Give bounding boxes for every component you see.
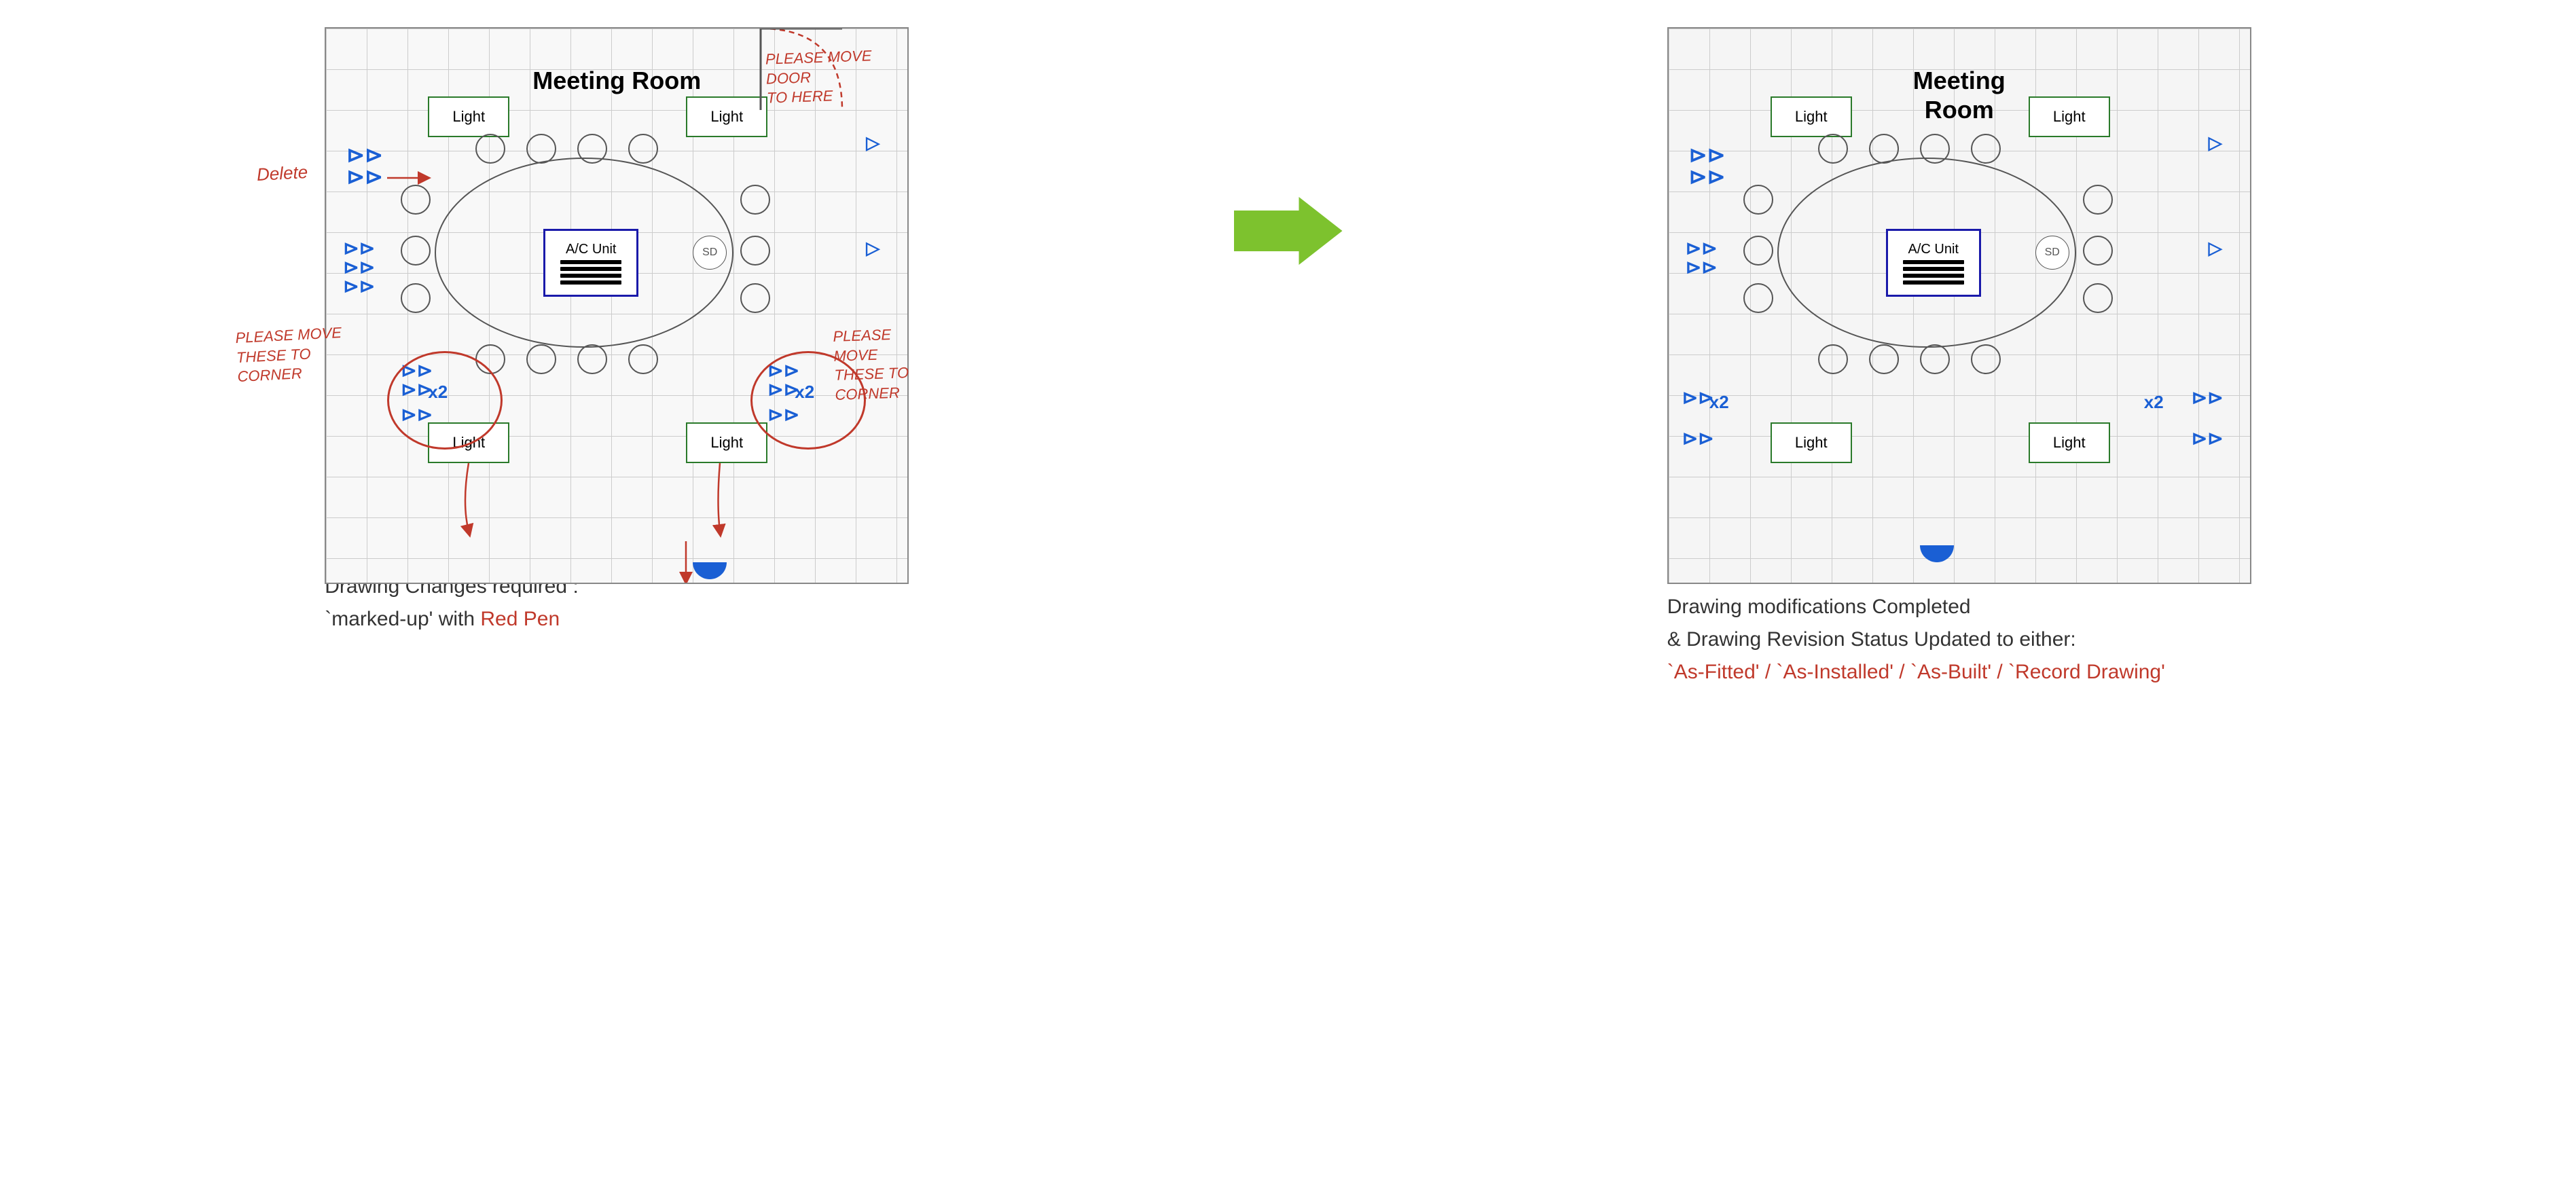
left-desc-line2: `marked-up' with Red Pen bbox=[325, 603, 909, 636]
chair-left-3 bbox=[401, 283, 431, 313]
left-floor-plan: Meeting Room Light Light Light Light bbox=[325, 27, 909, 584]
blue-vent-tr: ▷ bbox=[866, 134, 879, 151]
ac-line-4 bbox=[560, 280, 621, 285]
right-blue-vent-br1: ⊳⊳ bbox=[2192, 388, 2224, 407]
right-blue-vent-br2: ⊳⊳ bbox=[2192, 429, 2224, 448]
blue-lamp bbox=[693, 562, 727, 579]
chair-bot-4 bbox=[628, 344, 658, 374]
blue-vent-ml: ⊳⊳⊳⊳⊳⊳ bbox=[343, 239, 375, 296]
chair-bot-3 bbox=[577, 344, 607, 374]
right-ac-lines bbox=[1903, 260, 1964, 285]
right-chair-right-3 bbox=[2083, 283, 2113, 313]
left-room-label: Meeting Room bbox=[532, 66, 701, 95]
green-arrow bbox=[1234, 197, 1343, 265]
chair-top-4 bbox=[628, 134, 658, 164]
light-box-tr: Light bbox=[686, 96, 767, 137]
move-annotation-right: PLEASE MOVETHESE TO CORNER bbox=[833, 325, 910, 405]
right-light-tl: Light bbox=[1771, 96, 1852, 137]
light-box-tl: Light bbox=[428, 96, 509, 137]
right-floor-plan: MeetingRoom Light Light Light Light bbox=[1667, 27, 2251, 584]
blue-vent-mr: ▷ bbox=[866, 239, 879, 257]
sd-circle: SD bbox=[693, 236, 727, 270]
right-chair-bot-2 bbox=[1869, 344, 1899, 374]
ac-line-1 bbox=[560, 260, 621, 264]
chair-left-2 bbox=[401, 236, 431, 266]
right-chair-bot-4 bbox=[1971, 344, 2001, 374]
chair-right-3 bbox=[740, 283, 770, 313]
right-blue-vent-tl: ⊳⊳⊳⊳ bbox=[1689, 144, 1726, 187]
right-section: MeetingRoom Light Light Light Light bbox=[1383, 27, 2536, 689]
right-ac-line-3 bbox=[1903, 274, 1964, 278]
light-box-br: Light bbox=[686, 422, 767, 463]
right-blue-lamp bbox=[1920, 545, 1954, 562]
right-x2-left: x2 bbox=[1709, 392, 1729, 413]
left-desc-prefix: `marked-up' with bbox=[325, 608, 480, 630]
right-chair-left-2 bbox=[1743, 236, 1773, 266]
left-section: Meeting Room Light Light Light Light bbox=[41, 27, 1193, 636]
main-container: Meeting Room Light Light Light Light bbox=[14, 14, 2562, 702]
right-ac-line-2 bbox=[1903, 267, 1964, 271]
chair-top-2 bbox=[526, 134, 556, 164]
chair-right-1 bbox=[740, 185, 770, 215]
right-chair-top-2 bbox=[1869, 134, 1899, 164]
right-chair-bot-1 bbox=[1818, 344, 1848, 374]
ac-line-3 bbox=[560, 274, 621, 278]
chair-bot-2 bbox=[526, 344, 556, 374]
right-chair-right-1 bbox=[2083, 185, 2113, 215]
chair-top-3 bbox=[577, 134, 607, 164]
ac-label: A/C Unit bbox=[566, 242, 616, 257]
arrow-section bbox=[1234, 27, 1343, 265]
right-light-tr: Light bbox=[2029, 96, 2110, 137]
right-sd-circle: SD bbox=[2035, 236, 2069, 270]
delete-annotation: Delete bbox=[256, 162, 308, 185]
right-chair-top-4 bbox=[1971, 134, 2001, 164]
right-blue-vent-bl2: ⊳⊳ bbox=[1682, 429, 1714, 448]
right-light-br: Light bbox=[2029, 422, 2110, 463]
right-blue-vent-mr: ▷ bbox=[2209, 239, 2222, 257]
chair-left-1 bbox=[401, 185, 431, 215]
chair-top-1 bbox=[475, 134, 505, 164]
right-desc-line1: Drawing modifications Completed bbox=[1667, 591, 2251, 623]
right-chair-right-2 bbox=[2083, 236, 2113, 266]
right-blue-vent-ml: ⊳⊳⊳⊳ bbox=[1686, 239, 1718, 277]
right-desc-line3: `As-Fitted' / `As-Installed' / `As-Built… bbox=[1667, 656, 2251, 689]
right-chair-top-1 bbox=[1818, 134, 1848, 164]
right-blue-vent-tr: ▷ bbox=[2209, 134, 2222, 151]
blue-vent-tl: ⊳⊳⊳⊳ bbox=[346, 144, 383, 187]
red-circle-left bbox=[387, 351, 503, 450]
right-desc-line2: & Drawing Revision Status Updated to eit… bbox=[1667, 623, 2251, 656]
right-chair-left-1 bbox=[1743, 185, 1773, 215]
move-annotation-left: PLEASE MOVETHESE TOCORNER bbox=[235, 323, 344, 387]
right-description: Drawing modifications Completed & Drawin… bbox=[1667, 591, 2251, 689]
move-door-annotation: PLEASE MOVE DOORTO HERE bbox=[765, 45, 910, 108]
right-ac-line-4 bbox=[1903, 280, 1964, 285]
right-ac-label: A/C Unit bbox=[1908, 242, 1959, 257]
right-room-label: MeetingRoom bbox=[1913, 66, 2006, 124]
ac-lines bbox=[560, 260, 621, 285]
right-chair-top-3 bbox=[1920, 134, 1950, 164]
right-light-bl: Light bbox=[1771, 422, 1852, 463]
chair-right-2 bbox=[740, 236, 770, 266]
ac-line-2 bbox=[560, 267, 621, 271]
ac-unit: A/C Unit bbox=[543, 229, 638, 297]
right-chair-left-3 bbox=[1743, 283, 1773, 313]
right-ac-unit: A/C Unit bbox=[1886, 229, 1981, 297]
left-desc-red: Red Pen bbox=[480, 608, 560, 630]
right-ac-line-1 bbox=[1903, 260, 1964, 264]
right-chair-bot-3 bbox=[1920, 344, 1950, 374]
right-x2-right: x2 bbox=[2144, 392, 2164, 413]
